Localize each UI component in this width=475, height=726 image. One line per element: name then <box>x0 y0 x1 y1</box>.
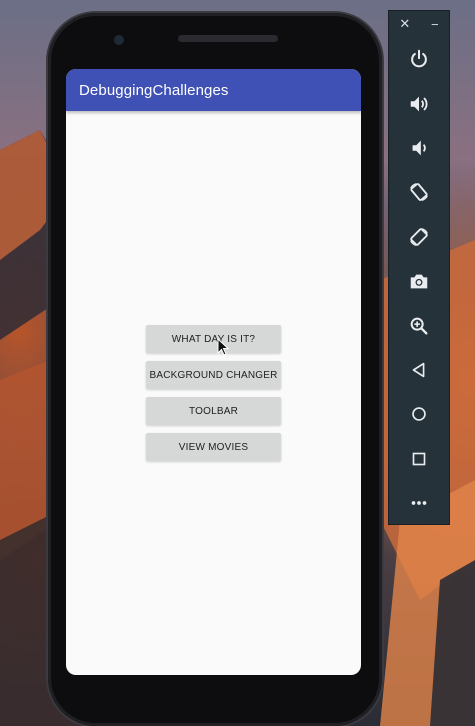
overview-button[interactable] <box>389 437 449 481</box>
emulator-toolbar: ✕ − <box>388 10 450 525</box>
app-title: DebuggingChallenges <box>79 81 229 99</box>
zoom-button[interactable] <box>389 303 449 347</box>
back-button[interactable] <box>389 348 449 392</box>
minimize-icon[interactable]: − <box>431 17 439 32</box>
window-controls: ✕ − <box>389 11 449 37</box>
app-screen: DebuggingChallenges WHAT DAY IS IT? BACK… <box>66 69 361 675</box>
app-bar: DebuggingChallenges <box>66 69 361 111</box>
power-icon <box>411 49 427 68</box>
view-movies-button[interactable]: VIEW MOVIES <box>146 433 281 461</box>
volume-up-button[interactable] <box>389 81 449 125</box>
camera-icon <box>410 274 428 289</box>
close-icon[interactable]: ✕ <box>399 16 410 32</box>
what-day-button[interactable]: WHAT DAY IS IT? <box>146 325 281 353</box>
button-list: WHAT DAY IS IT? BACKGROUND CHANGER TOOLB… <box>146 325 281 461</box>
home-icon <box>412 407 426 422</box>
volume-up-icon <box>410 96 428 111</box>
rotate-left-icon <box>410 183 428 202</box>
more-icon <box>411 501 427 505</box>
rotate-left-button[interactable] <box>389 170 449 214</box>
mouse-cursor-icon <box>217 338 229 356</box>
zoom-icon <box>410 317 428 335</box>
rotate-right-icon <box>410 227 428 246</box>
screenshot-button[interactable] <box>389 259 449 303</box>
toolbar-button[interactable]: TOOLBAR <box>146 397 281 425</box>
back-icon <box>412 362 425 378</box>
overview-icon <box>412 452 426 466</box>
front-camera <box>114 35 124 45</box>
home-button[interactable] <box>389 392 449 436</box>
volume-down-icon <box>412 140 426 156</box>
rotate-right-button[interactable] <box>389 215 449 259</box>
volume-down-button[interactable] <box>389 126 449 170</box>
power-button[interactable] <box>389 37 449 81</box>
background-changer-button[interactable]: BACKGROUND CHANGER <box>146 361 281 389</box>
earpiece-speaker <box>178 35 278 42</box>
phone-frame: DebuggingChallenges WHAT DAY IS IT? BACK… <box>48 13 382 726</box>
more-button[interactable] <box>389 481 449 525</box>
